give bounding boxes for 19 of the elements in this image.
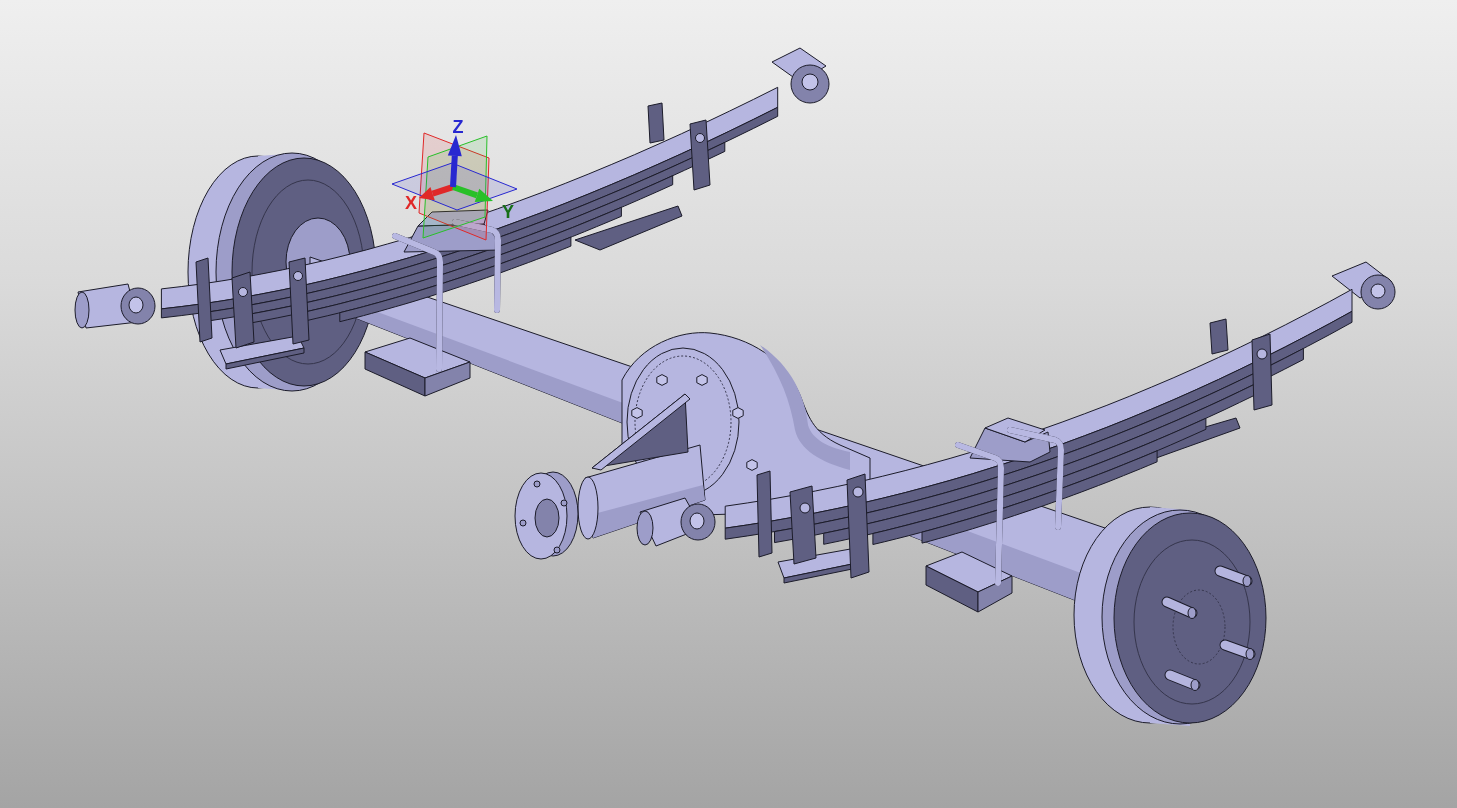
spring-clip [689,119,711,191]
wheel-stud [1164,669,1201,691]
hex-bolt [746,459,758,471]
spring-eye [790,64,830,104]
spring-clip [1209,318,1229,355]
hex-bolt [732,407,744,419]
wheel-stud [1214,565,1253,587]
wheel-stud [1161,596,1198,619]
spring-eye [680,503,716,541]
axis-label: Z [452,117,464,137]
spring-eye [120,287,156,325]
spring-clip [647,102,665,144]
axis-label: X [405,193,417,213]
axis-label: Y [502,202,514,222]
wheel-stud [1219,639,1256,660]
hex-bolt [631,407,643,419]
hex-bolt [656,374,668,386]
spring-eye [1360,274,1396,310]
hex-bolt [696,374,708,386]
